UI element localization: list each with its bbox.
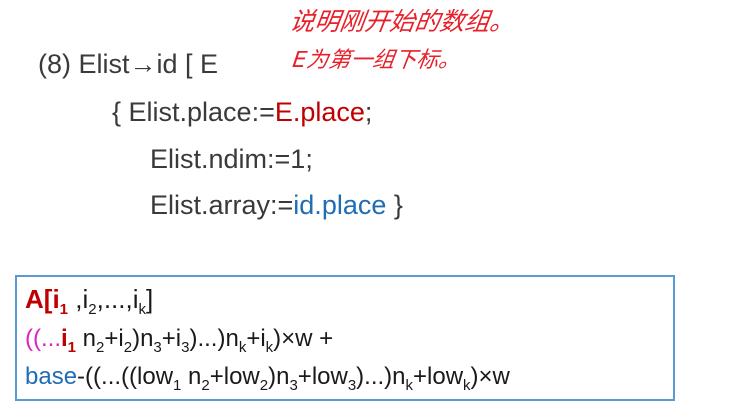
- statement-1-prefix: { Elist.place:=: [112, 97, 275, 127]
- variable-part-tail: )×w +: [273, 325, 334, 352]
- variable-part-i1: i1: [61, 325, 77, 356]
- rule-statement-3: Elist.array:=id.place }: [150, 189, 403, 221]
- index-ik-sub: k: [138, 301, 147, 318]
- index-i1: i1: [52, 284, 69, 318]
- variable-part-open: ((...: [25, 325, 61, 352]
- e-place-value: E.place: [274, 97, 365, 127]
- id-place-value: id.place: [293, 190, 387, 220]
- formula-line-3: base-((...((low1 n2+low2)n3+low3)...)nk+…: [25, 363, 510, 394]
- statement-3-prefix: Elist.array:=: [150, 190, 294, 220]
- constant-part-tail: )×w: [470, 363, 510, 390]
- array-name: A[: [25, 284, 53, 314]
- statement-1-suffix: ;: [364, 97, 373, 127]
- handwritten-note-line1: 说明刚开始的数组。: [287, 7, 517, 36]
- address-formula-box: A[i1 ,i2,...,ik] ((...i1 n2+i2)n3+i3)...…: [15, 275, 675, 401]
- rule-header: (8) Elist→id [ E: [38, 48, 218, 80]
- rule-header-suffix: id [ E: [156, 49, 219, 79]
- constant-part-open: -((...((low: [77, 363, 174, 390]
- formula-line-2: ((...i1 n2+i2)n3+i3)...)nk+ik)×w +: [25, 325, 334, 356]
- formula-line-1: A[i1 ,i2,...,ik]: [25, 284, 154, 318]
- rule-header-prefix: (8) Elist: [38, 49, 130, 79]
- arrow-symbol: →: [129, 49, 157, 79]
- base-label: base: [25, 363, 78, 390]
- array-close-bracket: ]: [146, 284, 154, 314]
- handwritten-note-line2: E为第一组下标。: [290, 48, 463, 73]
- slide: 说明刚开始的数组。 E为第一组下标。 (8) Elist→id [ E { El…: [0, 0, 739, 417]
- rule-statement-1: { Elist.place:=E.place;: [112, 96, 372, 128]
- index-ik: ,...,i: [96, 284, 139, 314]
- statement-2-text: Elist.ndim:=1;: [150, 144, 313, 174]
- index-i2-sub: 2: [88, 301, 97, 318]
- index-i2: ,i: [68, 284, 89, 314]
- statement-3-suffix: }: [386, 190, 403, 220]
- rule-statement-2: Elist.ndim:=1;: [150, 143, 313, 175]
